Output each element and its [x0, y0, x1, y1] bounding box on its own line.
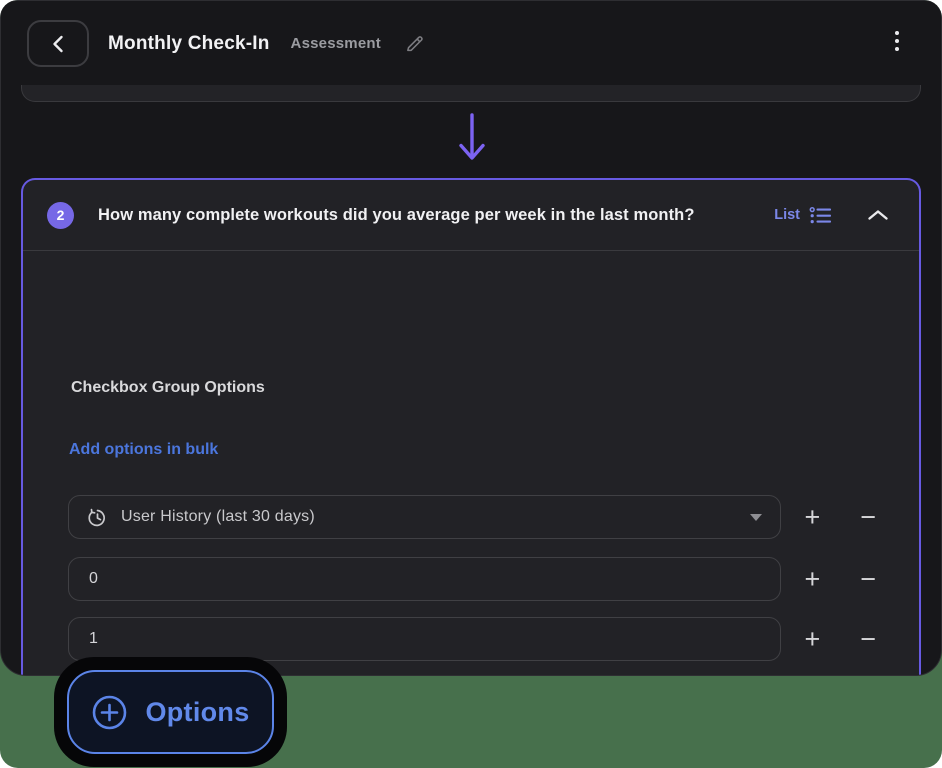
list-icon — [809, 206, 831, 225]
question-text: How many complete workouts did you avera… — [98, 205, 695, 224]
option-row-dropdown: User History (last 30 days) + − — [68, 495, 892, 539]
option-value-input[interactable]: 0 — [68, 557, 781, 601]
add-option-button[interactable]: + — [789, 495, 837, 539]
remove-option-button[interactable]: − — [844, 495, 892, 539]
question-card: 2 How many complete workouts did you ave… — [21, 178, 921, 675]
option-value-input[interactable]: 1 — [68, 617, 781, 661]
plus-circle-icon — [91, 694, 128, 731]
app-window: Monthly Check-In Assessment 2 How many c… — [0, 0, 942, 676]
chevron-left-icon — [52, 35, 64, 53]
collapse-card-button[interactable] — [867, 209, 889, 221]
dropdown-selected-value: User History (last 30 days) — [121, 508, 315, 525]
option-row: 1 + − — [68, 617, 892, 661]
arrow-down-icon — [456, 112, 488, 171]
add-option-button[interactable]: + — [789, 557, 837, 601]
page-title: Monthly Check-In — [108, 32, 270, 54]
back-button[interactable] — [27, 20, 89, 67]
options-button-label: Options — [145, 696, 250, 727]
question-type-selector[interactable]: List — [774, 206, 831, 225]
option-value: 1 — [89, 630, 98, 647]
question-number-badge: 2 — [47, 201, 74, 229]
previous-question-card-partial[interactable] — [21, 85, 921, 102]
question-type-label: List — [774, 207, 800, 223]
header: Monthly Check-In Assessment — [1, 1, 941, 86]
remove-option-button[interactable]: − — [844, 617, 892, 661]
kebab-menu-icon[interactable] — [889, 29, 905, 53]
page-background: Monthly Check-In Assessment 2 How many c… — [0, 0, 942, 768]
remove-option-button[interactable]: − — [844, 557, 892, 601]
question-card-body: Checkbox Group Options Add options in bu… — [23, 251, 919, 675]
question-card-header: 2 How many complete workouts did you ave… — [23, 180, 919, 251]
options-section-title: Checkbox Group Options — [71, 379, 265, 396]
add-option-button[interactable]: + — [789, 617, 837, 661]
pencil-icon[interactable] — [405, 34, 424, 53]
options-button[interactable]: Options — [67, 670, 274, 754]
user-history-dropdown[interactable]: User History (last 30 days) — [68, 495, 781, 539]
history-clock-icon — [87, 507, 108, 528]
chevron-up-icon — [867, 209, 889, 221]
option-value: 0 — [89, 570, 98, 587]
add-options-in-bulk-link[interactable]: Add options in bulk — [69, 441, 218, 459]
caret-down-icon — [749, 513, 762, 521]
option-row: 0 + − — [68, 557, 892, 601]
options-button-highlight-ring: Options — [54, 657, 287, 767]
page-subtitle: Assessment — [290, 35, 381, 52]
